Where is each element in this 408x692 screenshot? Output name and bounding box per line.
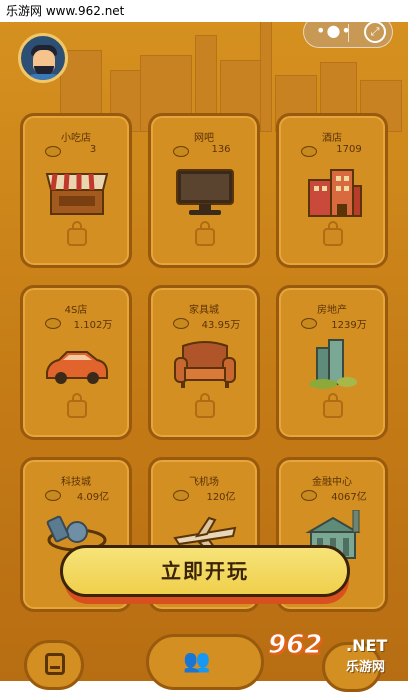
start-play-button[interactable]: 立即开玩: [60, 545, 350, 597]
car-icon: [46, 351, 108, 384]
lock-icon: [195, 221, 215, 246]
card-name: 家具城: [189, 305, 219, 316]
watermark-site: 乐游网: [346, 660, 386, 675]
document-icon: [45, 653, 65, 675]
card-name: 酒店: [322, 133, 342, 144]
bottom-tab-middle[interactable]: 👥: [146, 634, 264, 690]
people-icon: 👥: [183, 649, 211, 674]
game-screen: •●• ⤢ 小吃店 3 网吧 136 酒店 1709 4S店 1.102万 家具…: [0, 0, 408, 692]
coin-icon: [173, 318, 189, 329]
watermark-top: 乐游网 www.962.net: [0, 0, 408, 22]
business-card-car-dealer[interactable]: 4S店 1.102万: [20, 285, 132, 440]
business-card-internet-cafe[interactable]: 网吧 136: [148, 113, 260, 268]
lock-icon: [323, 221, 343, 246]
card-name: 金融中心: [312, 477, 352, 488]
card-name: 4S店: [64, 305, 88, 316]
hotel-building-icon: [308, 169, 362, 217]
coin-icon: [301, 490, 317, 501]
card-name: 小吃店: [61, 133, 91, 144]
card-amount: 4.09亿: [76, 492, 110, 503]
card-amount: 1709: [336, 144, 362, 155]
card-name: 飞机场: [189, 477, 219, 488]
card-name: 房地产: [317, 305, 347, 316]
armchair-icon: [174, 341, 236, 388]
coin-icon: [301, 146, 317, 157]
bottom-tab-left[interactable]: [24, 640, 84, 690]
card-amount: 3: [89, 144, 97, 155]
expand-icon[interactable]: ⤢: [364, 21, 386, 43]
card-amount: 43.95万: [201, 320, 241, 331]
card-amount: 4067亿: [331, 492, 367, 503]
card-amount: 1239万: [331, 320, 367, 331]
lock-icon: [67, 393, 87, 418]
lock-icon: [195, 393, 215, 418]
coin-icon: [45, 490, 61, 501]
coin-icon: [173, 146, 189, 157]
card-name: 网吧: [194, 133, 214, 144]
business-card-hotel[interactable]: 酒店 1709: [276, 113, 388, 268]
player-avatar[interactable]: [18, 33, 68, 83]
lock-icon: [67, 221, 87, 246]
business-card-snack-shop[interactable]: 小吃店 3: [20, 113, 132, 268]
computer-monitor-icon: [176, 169, 234, 215]
business-card-furniture-mall[interactable]: 家具城 43.95万: [148, 285, 260, 440]
coin-icon: [45, 318, 61, 329]
lock-icon: [323, 393, 343, 418]
snack-shop-icon: [45, 173, 109, 215]
coin-icon: [45, 146, 61, 157]
real-estate-buildings-icon: [309, 339, 357, 389]
business-card-real-estate[interactable]: 房地产 1239万: [276, 285, 388, 440]
watermark-bottom: 962 .NET 乐游网: [266, 628, 404, 676]
watermark-net: .NET: [346, 636, 388, 655]
more-dots-icon[interactable]: •●•: [316, 21, 352, 40]
card-amount: 120亿: [206, 492, 236, 503]
coin-icon: [173, 490, 189, 501]
card-amount: 1.102万: [73, 320, 113, 331]
card-name: 科技城: [61, 477, 91, 488]
card-amount: 136: [211, 144, 231, 155]
watermark-962: 962: [267, 630, 323, 661]
coin-icon: [301, 318, 317, 329]
